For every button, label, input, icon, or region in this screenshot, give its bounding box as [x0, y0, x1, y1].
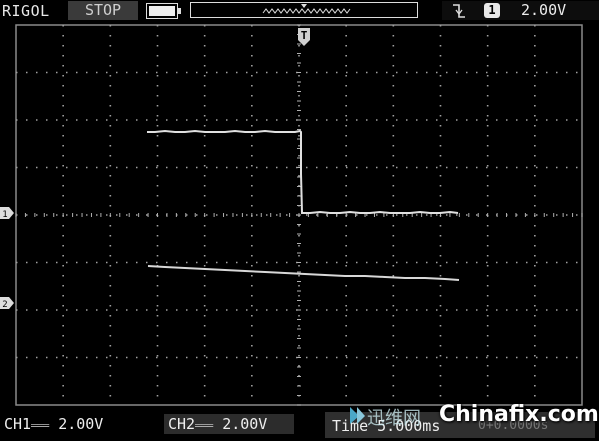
svg-text:T: T: [301, 29, 308, 42]
battery-icon: [146, 3, 181, 19]
waveform-preview-icon: [262, 4, 351, 14]
oscilloscope-screen: RIGOL STOP 1 2.00V T 1 2 CH1═══ 2.00V CH…: [0, 0, 599, 441]
ch1-trace: [147, 129, 459, 214]
dc-coupling-icon: ═══: [31, 421, 50, 432]
ch2-label: CH2: [168, 415, 196, 433]
top-status-bar: RIGOL STOP 1 2.00V: [0, 0, 599, 22]
memory-position-bar[interactable]: [190, 2, 418, 18]
ch2-scale: 2.00V: [222, 415, 268, 433]
chinafix-logo-icon: [350, 407, 365, 424]
brand-logo: RIGOL: [2, 2, 50, 20]
trigger-level-readout: 2.00V: [521, 1, 567, 19]
run-status-badge[interactable]: STOP: [68, 1, 138, 20]
trigger-position-icon[interactable]: T: [296, 26, 312, 50]
ch2-ground-marker[interactable]: 2: [0, 297, 14, 309]
falling-edge-icon: [453, 4, 465, 18]
trigger-source-badge: 1: [484, 3, 500, 18]
ch1-ground-marker[interactable]: 1: [0, 207, 14, 219]
ch2-trace: [147, 265, 460, 281]
center-axis-ticks: [15, 24, 583, 406]
svg-text:2: 2: [2, 300, 7, 309]
ch2-scale-readout[interactable]: CH2═══ 2.00V: [168, 415, 267, 433]
svg-text:1: 1: [2, 210, 7, 219]
ch1-label: CH1: [4, 415, 32, 433]
waveform-graticule: [15, 24, 583, 406]
watermark-en: Chinafix.com: [439, 402, 599, 427]
ch1-scale: 2.00V: [58, 415, 104, 433]
dc-coupling-icon: ═══: [195, 421, 214, 432]
watermark-cn: 迅维网: [367, 408, 421, 429]
ch1-scale-readout[interactable]: CH1═══ 2.00V: [4, 415, 103, 433]
